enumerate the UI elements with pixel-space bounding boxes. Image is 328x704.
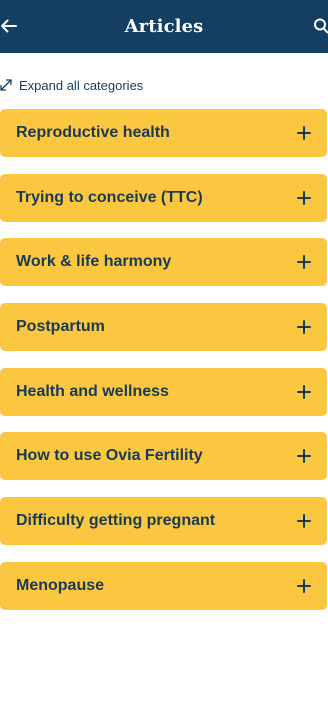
category-item-health-and-wellness[interactable]: Health and wellness	[0, 367, 327, 416]
plus-icon	[297, 320, 311, 335]
expand-all-label: Expand all categories	[19, 77, 144, 93]
plus-icon	[297, 514, 311, 529]
back-button[interactable]	[0, 12, 24, 40]
plus-icon	[297, 449, 311, 464]
app-header: Articles	[0, 0, 328, 53]
search-button[interactable]	[310, 14, 328, 38]
category-item-postpartum[interactable]: Postpartum	[0, 303, 327, 352]
category-label: Difficulty getting pregnant	[16, 512, 216, 530]
search-icon	[314, 18, 328, 34]
page-title: Articles	[124, 16, 204, 37]
category-label: Work & life harmony	[16, 253, 172, 271]
category-label: Menopause	[16, 576, 105, 594]
expand-all-button[interactable]: Expand all categories	[0, 74, 143, 96]
category-item-how-to-use-ovia-fertility[interactable]: How to use Ovia Fertility	[0, 432, 327, 481]
articles-screen: Articles Expand all categories Reproduct…	[0, 0, 328, 704]
category-item-reproductive-health[interactable]: Reproductive health	[0, 109, 327, 157]
category-label: Reproductive health	[16, 124, 170, 141]
plus-icon	[297, 126, 311, 140]
category-item-difficulty-getting-pregnant[interactable]: Difficulty getting pregnant	[0, 497, 327, 546]
plus-icon	[297, 384, 311, 399]
plus-icon	[297, 578, 311, 593]
arrow-left-icon	[1, 19, 17, 33]
category-item-work-life-harmony[interactable]: Work & life harmony	[0, 238, 327, 287]
category-item-trying-to-conceive[interactable]: Trying to conceive (TTC)	[0, 173, 327, 222]
category-list: Reproductive health Trying to conceive (…	[0, 109, 328, 627]
plus-icon	[297, 190, 311, 205]
category-label: How to use Ovia Fertility	[16, 447, 203, 465]
category-label: Health and wellness	[16, 382, 169, 400]
category-label: Trying to conceive (TTC)	[16, 188, 203, 206]
expand-arrows-icon	[0, 79, 12, 91]
category-label: Postpartum	[16, 318, 105, 336]
category-item-menopause[interactable]: Menopause	[0, 561, 327, 610]
plus-icon	[297, 255, 311, 270]
